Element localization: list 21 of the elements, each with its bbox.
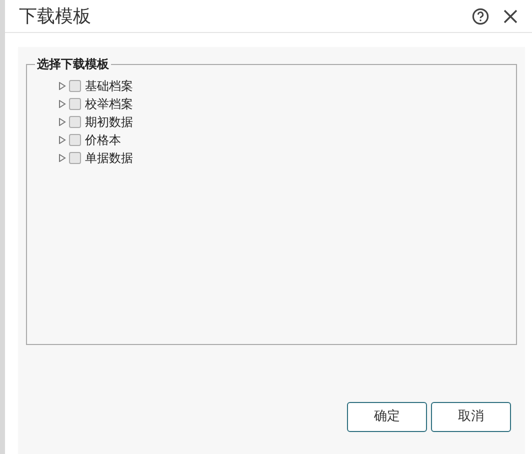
- expand-arrow-icon[interactable]: [59, 154, 66, 162]
- tree-item-label[interactable]: 单据数据: [85, 149, 133, 167]
- confirm-button[interactable]: 确定: [347, 402, 427, 432]
- checkbox[interactable]: [69, 116, 81, 128]
- cancel-button[interactable]: 取消: [431, 402, 511, 432]
- window-title: 下载模板: [19, 4, 91, 28]
- tree-item-label[interactable]: 期初数据: [85, 113, 133, 131]
- checkbox[interactable]: [69, 134, 81, 146]
- expand-arrow-icon[interactable]: [59, 136, 66, 144]
- group-legend: 选择下载模板: [35, 55, 111, 73]
- checkbox[interactable]: [69, 152, 81, 164]
- expand-arrow-icon[interactable]: [59, 118, 66, 126]
- checkbox[interactable]: [69, 80, 81, 92]
- close-icon[interactable]: [503, 8, 518, 24]
- help-icon[interactable]: [472, 8, 489, 24]
- tree-item-label[interactable]: 价格本: [85, 131, 121, 149]
- checkbox[interactable]: [69, 98, 81, 110]
- expand-arrow-icon[interactable]: [59, 82, 66, 90]
- tree-item-label[interactable]: 校举档案: [85, 95, 133, 113]
- tree-item-label[interactable]: 基础档案: [85, 77, 133, 95]
- expand-arrow-icon[interactable]: [59, 100, 66, 108]
